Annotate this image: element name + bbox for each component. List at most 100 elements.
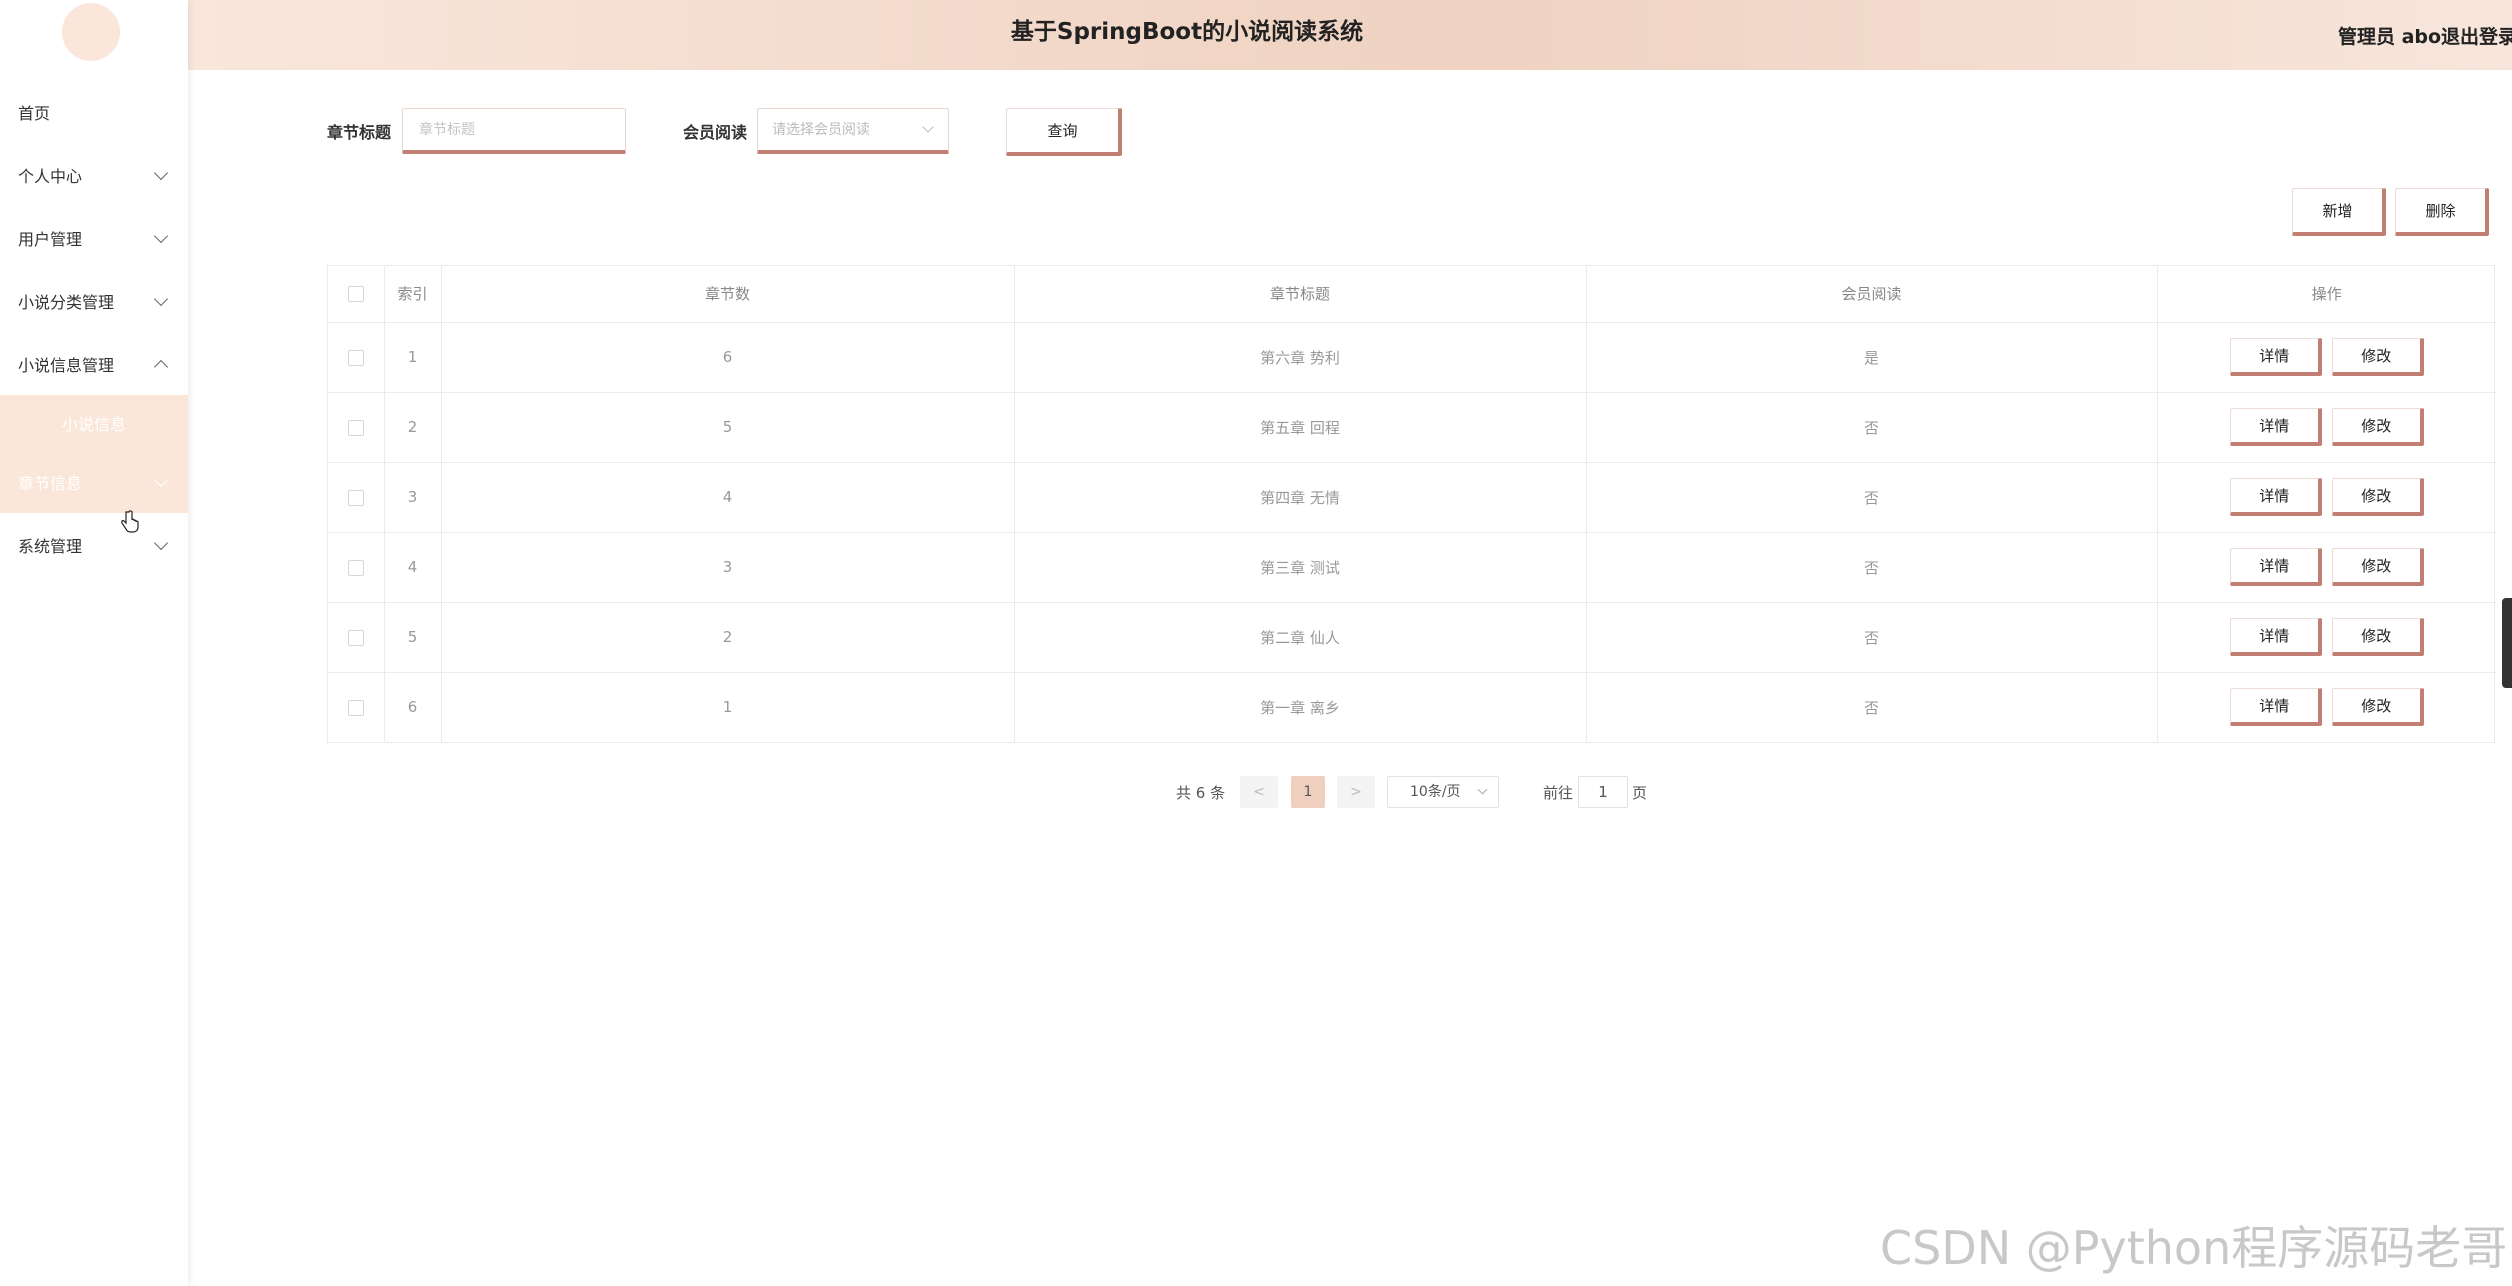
chevron-down-icon: [1477, 784, 1488, 795]
row-select-cell: [328, 462, 385, 533]
chevron-down-icon: [153, 291, 169, 306]
row-chapter-number: 1: [441, 672, 1015, 742]
row-checkbox[interactable]: [347, 349, 364, 366]
row-index: 4: [384, 532, 442, 603]
row-vip-reading: 否: [1586, 672, 2158, 742]
row-index: 1: [384, 322, 442, 393]
row-vip-reading: 否: [1586, 602, 2158, 673]
row-select-cell: [328, 602, 385, 673]
table-row: 2 5 第五章 回程 否 详情 修改: [328, 392, 2496, 463]
table-row: 6 1 第一章 离乡 否 详情 修改: [328, 672, 2496, 742]
chapter-title-field[interactable]: [402, 108, 626, 154]
sidebar-item-novel-management[interactable]: 小说信息管理: [0, 332, 188, 395]
row-chapter-number: 5: [441, 392, 1015, 463]
goto-suffix: 页: [1632, 784, 1648, 802]
select-all-checkbox[interactable]: [347, 286, 364, 303]
admin-name: 管理员 abo: [2338, 26, 2442, 48]
row-actions: 详情 修改: [2157, 602, 2496, 673]
row-select-cell: [328, 672, 385, 742]
query-button-label: 查询: [1047, 122, 1078, 140]
row-actions: 详情 修改: [2157, 532, 2496, 603]
edit-button[interactable]: 修改: [2331, 478, 2424, 516]
add-button-label: 新增: [2322, 202, 2353, 220]
sidebar-item-categories[interactable]: 小说分类管理: [0, 269, 188, 332]
row-checkbox[interactable]: [347, 629, 364, 646]
column-header: 章节数: [441, 266, 1015, 323]
row-checkbox[interactable]: [347, 699, 364, 716]
query-button[interactable]: 查询: [1006, 108, 1122, 156]
scrollbar-handle[interactable]: [2502, 598, 2512, 688]
edit-button[interactable]: 修改: [2331, 618, 2424, 656]
sidebar-item-profile[interactable]: 个人中心: [0, 143, 188, 206]
avatar[interactable]: [62, 3, 120, 61]
row-chapter-title: 第一章 离乡: [1014, 672, 1587, 742]
table-row: 1 6 第六章 势利 是 详情 修改: [328, 322, 2496, 393]
sidebar-item-users[interactable]: 用户管理: [0, 206, 188, 269]
logout-link[interactable]: 退出登录: [2441, 22, 2512, 49]
row-checkbox[interactable]: [347, 559, 364, 576]
add-button[interactable]: 新增: [2292, 188, 2386, 236]
detail-button[interactable]: 详情: [2229, 338, 2322, 376]
chevron-down-icon: [153, 165, 169, 180]
chevron-up-icon: [153, 359, 169, 374]
row-vip-reading: 否: [1586, 462, 2158, 533]
row-vip-reading: 是: [1586, 322, 2158, 393]
row-chapter-number: 4: [441, 462, 1015, 533]
sidebar-item-label: 首页: [18, 103, 51, 123]
row-actions: 详情 修改: [2157, 672, 2496, 742]
sidebar-menu: 首页 个人中心 用户管理 小说分类管理 小说信息管理 小说信息 章节信息 系统管…: [0, 80, 188, 576]
detail-button[interactable]: 详情: [2229, 478, 2322, 516]
sidebar-item-label: 用户管理: [18, 229, 83, 249]
row-chapter-title: 第四章 无情: [1014, 462, 1587, 533]
edit-button[interactable]: 修改: [2331, 408, 2424, 446]
hand-cursor-icon: [121, 510, 139, 533]
detail-button[interactable]: 详情: [2229, 408, 2322, 446]
top-header: 基于SpringBoot的小说阅读系统 管理员 abo 退出登录: [188, 0, 2512, 70]
chevron-down-icon: [153, 472, 169, 487]
row-chapter-number: 2: [441, 602, 1015, 673]
detail-button[interactable]: 详情: [2229, 548, 2322, 586]
pagination-total: 共 6 条: [1176, 784, 1226, 802]
column-header: 操作: [2157, 266, 2496, 323]
row-chapter-title: 第五章 回程: [1014, 392, 1587, 463]
vip-reading-placeholder: 请选择会员阅读: [772, 122, 870, 138]
sidebar-item-home[interactable]: 首页: [0, 80, 188, 143]
vip-reading-select[interactable]: 请选择会员阅读: [757, 108, 949, 154]
sidebar-item-label: 小说信息: [61, 414, 126, 434]
row-select-cell: [328, 322, 385, 393]
chevron-down-icon: [153, 535, 169, 550]
row-actions: 详情 修改: [2157, 322, 2496, 393]
row-actions: 详情 修改: [2157, 392, 2496, 463]
row-checkbox[interactable]: [347, 419, 364, 436]
goto-page-input[interactable]: 1: [1578, 776, 1628, 808]
edit-button[interactable]: 修改: [2331, 548, 2424, 586]
detail-button[interactable]: 详情: [2229, 618, 2322, 656]
pagination-next-button[interactable]: >: [1337, 776, 1375, 808]
page-size-select[interactable]: 10条/页: [1387, 776, 1499, 808]
sidebar: 首页 个人中心 用户管理 小说分类管理 小说信息管理 小说信息 章节信息 系统管…: [0, 0, 188, 1286]
row-actions: 详情 修改: [2157, 462, 2496, 533]
table-row: 3 4 第四章 无情 否 详情 修改: [328, 462, 2496, 533]
goto-label: 前往: [1543, 784, 1574, 802]
chapter-title-input[interactable]: [417, 109, 611, 151]
table-row: 4 3 第三章 测试 否 详情 修改: [328, 532, 2496, 603]
detail-button[interactable]: 详情: [2229, 688, 2322, 727]
row-index: 2: [384, 392, 442, 463]
edit-button[interactable]: 修改: [2331, 688, 2424, 727]
edit-button[interactable]: 修改: [2331, 338, 2424, 376]
pagination-page-1[interactable]: 1: [1291, 776, 1325, 808]
row-checkbox[interactable]: [347, 489, 364, 506]
sidebar-item-chapter-info[interactable]: 章节信息: [0, 450, 188, 513]
row-index: 3: [384, 462, 442, 533]
row-chapter-title: 第三章 测试: [1014, 532, 1587, 603]
delete-button[interactable]: 删除: [2395, 188, 2489, 236]
table-row: 5 2 第二章 仙人 否 详情 修改: [328, 602, 2496, 673]
sidebar-item-label: 系统管理: [18, 536, 83, 556]
sidebar-item-label: 章节信息: [18, 473, 83, 493]
sidebar-subitem-novel-info[interactable]: 小说信息: [0, 395, 188, 450]
row-vip-reading: 否: [1586, 532, 2158, 603]
pagination-prev-button[interactable]: <: [1240, 776, 1278, 808]
sidebar-item-system[interactable]: 系统管理: [0, 513, 188, 576]
row-index: 5: [384, 602, 442, 673]
column-header: 章节标题: [1014, 266, 1587, 323]
